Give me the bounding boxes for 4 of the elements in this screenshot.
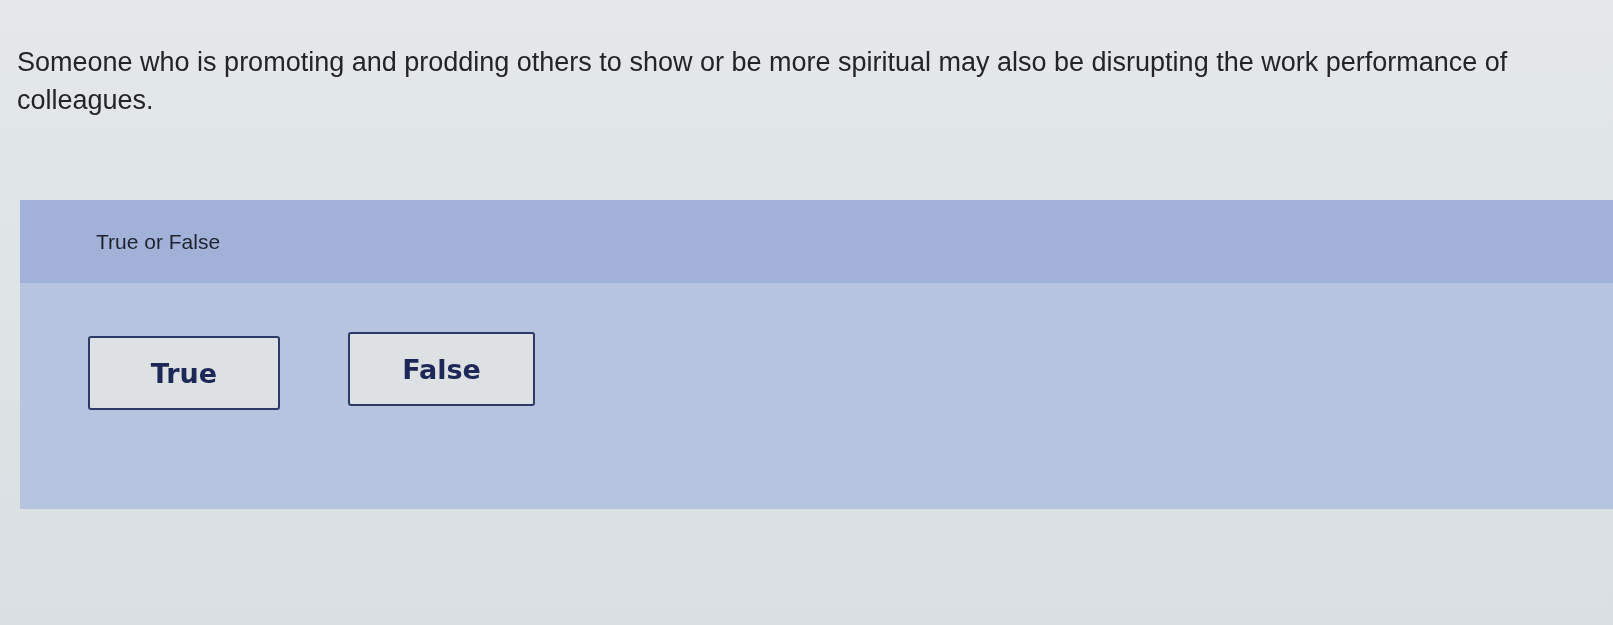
question-text: Someone who is promoting and prodding others to show or be more spiritual may also be disrupting the work performance of colleagues.: [17, 46, 1509, 117]
answer-option-button[interactable]: True: [88, 336, 280, 410]
question-type-label: True or False: [96, 229, 221, 254]
answer-option-button[interactable]: False: [348, 332, 535, 406]
